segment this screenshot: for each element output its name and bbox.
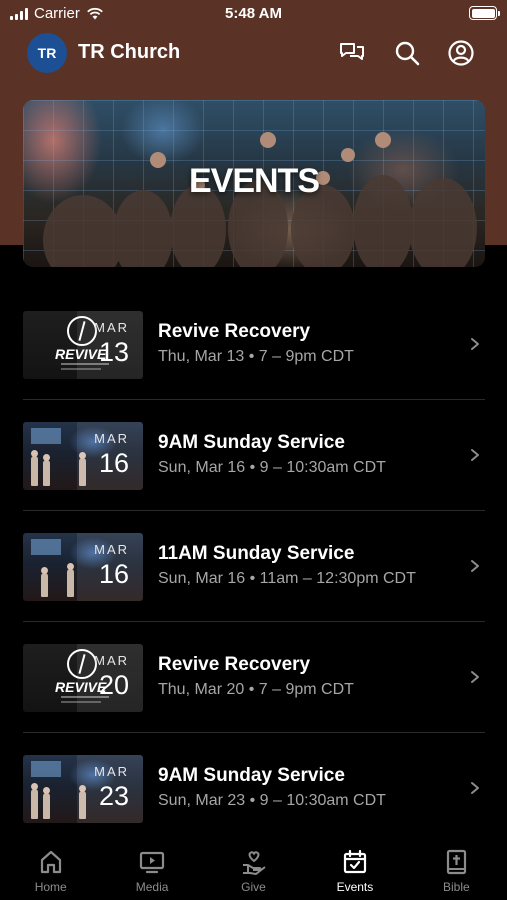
bible-icon	[447, 849, 467, 875]
event-month: MAR	[94, 764, 129, 779]
event-month: MAR	[94, 320, 129, 335]
event-thumbnail: MAR 23	[23, 755, 143, 823]
event-row[interactable]: REVIVE MAR 13 Revive Recovery Thu, Mar 1…	[23, 289, 485, 400]
event-month: MAR	[94, 542, 129, 557]
event-row[interactable]: REVIVE MAR 20 Revive Recovery Thu, Mar 2…	[23, 622, 485, 733]
media-icon	[140, 851, 165, 874]
tab-bible[interactable]: Bible	[406, 838, 507, 900]
app-header: TR TR Church	[0, 30, 507, 76]
event-thumbnail: MAR 16	[23, 533, 143, 601]
event-row[interactable]: MAR 16 9AM Sunday Service Sun, Mar 16 • …	[23, 400, 485, 511]
status-time: 5:48 AM	[225, 5, 282, 22]
tab-label: Media	[135, 880, 169, 894]
tab-home[interactable]: Home	[0, 838, 101, 900]
event-thumbnail: REVIVE MAR 20	[23, 644, 143, 712]
tab-label: Give	[241, 880, 266, 894]
event-time: Thu, Mar 13 • 7 – 9pm CDT	[158, 348, 354, 365]
events-list: REVIVE MAR 13 Revive Recovery Thu, Mar 1…	[23, 289, 485, 844]
event-day: 16	[98, 448, 129, 478]
event-title: 11AM Sunday Service	[158, 543, 355, 564]
tab-give[interactable]: Give	[203, 838, 304, 900]
status-bar: Carrier 5:48 AM	[0, 0, 507, 28]
event-title: 9AM Sunday Service	[158, 765, 345, 786]
event-day: 16	[98, 559, 129, 589]
church-avatar[interactable]: TR	[27, 33, 67, 73]
chevron-right-icon	[469, 781, 481, 795]
event-time: Thu, Mar 20 • 7 – 9pm CDT	[158, 681, 354, 698]
event-thumbnail: REVIVE MAR 13	[23, 311, 143, 379]
chat-icon[interactable]	[337, 38, 367, 68]
event-row[interactable]: MAR 23 9AM Sunday Service Sun, Mar 23 • …	[23, 733, 485, 844]
banner-title: EVENTS	[188, 162, 320, 200]
home-icon	[40, 850, 61, 874]
event-month: MAR	[94, 653, 129, 668]
profile-icon[interactable]	[446, 38, 476, 68]
give-icon	[242, 851, 266, 875]
event-row[interactable]: MAR 16 11AM Sunday Service Sun, Mar 16 •…	[23, 511, 485, 622]
event-thumbnail: MAR 16	[23, 422, 143, 490]
event-day: 23	[98, 781, 129, 811]
chevron-right-icon	[469, 670, 481, 684]
tab-label: Events	[336, 880, 374, 894]
event-title: Revive Recovery	[158, 654, 311, 675]
event-day: 20	[98, 670, 129, 700]
tab-media[interactable]: Media	[101, 838, 202, 900]
battery-icon	[469, 6, 500, 20]
tab-events[interactable]: Events	[304, 838, 405, 900]
event-title: Revive Recovery	[158, 321, 311, 342]
chevron-right-icon	[469, 448, 481, 462]
event-time: Sun, Mar 23 • 9 – 10:30am CDT	[158, 792, 386, 809]
event-title: 9AM Sunday Service	[158, 432, 345, 453]
tab-label: Home	[34, 880, 67, 894]
event-month: MAR	[94, 431, 129, 446]
event-time: Sun, Mar 16 • 9 – 10:30am CDT	[158, 459, 386, 476]
chevron-right-icon	[469, 337, 481, 351]
app-title: TR Church	[78, 41, 181, 63]
event-time: Sun, Mar 16 • 11am – 12:30pm CDT	[158, 570, 416, 587]
events-banner: EVENTS	[23, 100, 485, 267]
chevron-right-icon	[469, 559, 481, 573]
event-day: 13	[98, 337, 129, 367]
calendar-icon	[343, 849, 367, 874]
search-icon[interactable]	[392, 38, 422, 68]
tab-label: Bible	[442, 880, 470, 894]
tab-bar: Home Media Give Events Bible	[0, 838, 507, 900]
